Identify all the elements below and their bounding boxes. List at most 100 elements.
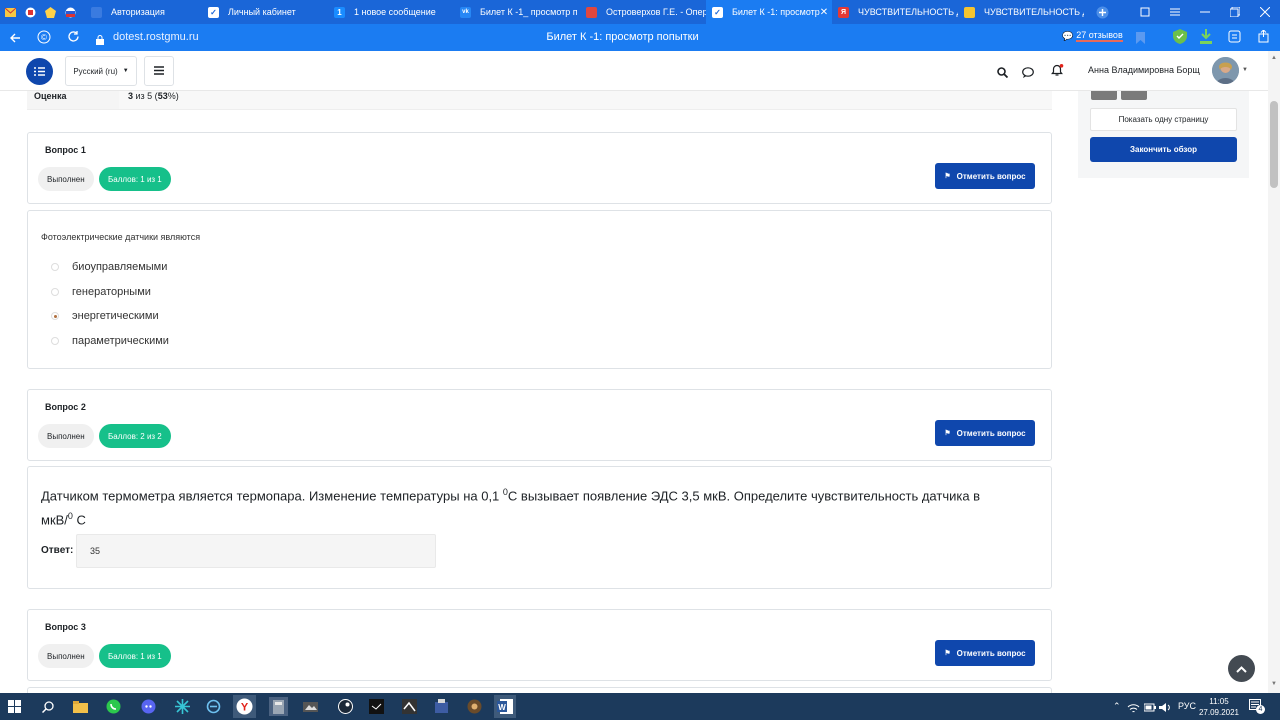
page-scrollbar[interactable]: ▲ ▼: [1268, 51, 1280, 693]
question-content-2: Датчиком термометра является термопара. …: [27, 466, 1052, 589]
network-icon[interactable]: [1127, 700, 1140, 718]
clock[interactable]: 11:05 27.09.2021: [1198, 696, 1240, 718]
option-label-1[interactable]: биоуправляемыми: [72, 261, 167, 273]
notifications-icon[interactable]: [1051, 64, 1064, 82]
flag-ru-icon[interactable]: [60, 0, 80, 24]
back-to-top-button[interactable]: [1228, 655, 1255, 682]
input-language-indicator[interactable]: РУС: [1178, 701, 1196, 711]
flag-icon: ⚑: [944, 430, 951, 437]
tab-sensitivity-1[interactable]: Я ЧУВСТВИТЕЛЬНОСТЬ Д: [832, 0, 958, 24]
app-icon[interactable]: [400, 697, 419, 716]
main-content: Оценка 3 из 5 (53%) Вопрос 1 Выполнен Ба…: [0, 91, 1268, 693]
scrollbar-thumb[interactable]: [1270, 101, 1278, 188]
user-menu-chevron-icon[interactable]: ▼: [1242, 67, 1248, 73]
scroll-down-icon[interactable]: ▼: [1271, 681, 1277, 687]
emblem-icon[interactable]: [40, 0, 60, 24]
menu-icon[interactable]: [1160, 8, 1190, 16]
adguard-icon[interactable]: [1173, 29, 1187, 49]
close-tab-icon[interactable]: ✕: [820, 7, 828, 18]
flag-icon: ⚑: [944, 650, 951, 657]
whatsapp-icon[interactable]: [104, 697, 123, 716]
user-name[interactable]: Анна Владимировна Борщ: [1088, 65, 1200, 75]
question-info-1: Вопрос 1 Выполнен Баллов: 1 из 1 ⚑ Отмет…: [27, 132, 1052, 204]
drawer-toggle-button[interactable]: [26, 58, 53, 85]
browser-tab-bar: Авторизация ✓ Личный кабинет 1 1 новое с…: [0, 0, 1280, 24]
search-icon[interactable]: [38, 697, 57, 716]
share-icon[interactable]: [1257, 29, 1270, 48]
option-radio-2[interactable]: [51, 288, 59, 296]
minimize-icon[interactable]: [1190, 8, 1220, 16]
battery-icon[interactable]: [1143, 700, 1156, 718]
flag-question-button[interactable]: ⚑ Отметить вопрос: [935, 420, 1035, 446]
chevron-down-icon: ▼: [122, 68, 129, 74]
tab-messages[interactable]: 1 1 новое сообщение: [328, 0, 454, 24]
bookmark-icon[interactable]: [1136, 31, 1145, 49]
word-icon[interactable]: W: [494, 695, 516, 718]
hamburger-icon: [154, 62, 164, 80]
notification-count-badge: 4: [1256, 705, 1265, 714]
option-radio-3-selected[interactable]: [51, 312, 59, 320]
avatar[interactable]: [1212, 57, 1239, 84]
tab-ticket-vk[interactable]: vk Билет К -1_ просмотр п: [454, 0, 580, 24]
bookmarks-icon[interactable]: [1130, 7, 1160, 17]
collections-icon[interactable]: [1228, 30, 1241, 48]
grade-value: 3 из 5 (53%): [128, 91, 179, 101]
search-icon[interactable]: [997, 65, 1009, 83]
snowflake-app-icon[interactable]: [173, 697, 192, 716]
tray-chevron-icon[interactable]: ⌃: [1113, 701, 1121, 712]
option-label-4[interactable]: параметрическими: [72, 335, 169, 347]
tab-cabinet[interactable]: ✓ Личный кабинет: [202, 0, 328, 24]
messages-icon[interactable]: [1022, 65, 1034, 83]
mail-icon[interactable]: [0, 0, 20, 24]
tab-ticket-active[interactable]: ✓ Билет К -1: просмотр ✕: [706, 0, 832, 24]
show-one-page-link[interactable]: Показать одну страницу: [1090, 108, 1237, 131]
app-icon[interactable]: [432, 697, 451, 716]
nav-question-button[interactable]: [1121, 91, 1147, 100]
file-explorer-icon[interactable]: [71, 697, 90, 716]
app-icon[interactable]: [301, 697, 320, 716]
scroll-up-icon[interactable]: ▲: [1271, 55, 1277, 61]
gosuslugi-icon[interactable]: [20, 0, 40, 24]
question-text: Фотоэлектрические датчики являются: [41, 232, 201, 242]
discord-icon[interactable]: [139, 697, 158, 716]
primary-menu-button[interactable]: [144, 56, 174, 86]
address-bar: © dotest.rostgmu.ru Билет К -1: просмотр…: [0, 24, 1280, 51]
flag-question-button[interactable]: ⚑ Отметить вопрос: [935, 163, 1035, 189]
checkmark-icon: ✓: [712, 6, 723, 18]
restore-icon[interactable]: [1220, 7, 1250, 17]
arrow-up-icon: [1236, 660, 1247, 678]
gallery-icon: [964, 6, 975, 18]
app-icon[interactable]: [465, 697, 484, 716]
volume-icon[interactable]: [1159, 700, 1172, 718]
svg-text:Y: Y: [241, 702, 249, 714]
tab-ostroverkhov[interactable]: Островерхов Г.Е. - Опер: [580, 0, 706, 24]
app-icon[interactable]: [204, 697, 223, 716]
epic-games-icon[interactable]: [367, 697, 386, 716]
yandex-browser-icon[interactable]: Y: [233, 695, 256, 718]
shield-icon: [586, 6, 597, 18]
option-label-3[interactable]: энергетическими: [72, 310, 159, 322]
calculator-icon[interactable]: [269, 697, 288, 716]
nav-question-button[interactable]: [1091, 91, 1117, 100]
summary-value-cell: 3 из 5 (53%): [119, 91, 1052, 110]
quiz-navigation-panel: Показать одну страницу Закончить обзор: [1078, 91, 1249, 178]
tab-sensitivity-2[interactable]: ЧУВСТВИТЕЛЬНОСТЬ Д: [958, 0, 1084, 24]
reviews-button[interactable]: 💬 27 отзывов: [1062, 30, 1123, 42]
new-tab-icon[interactable]: [1092, 0, 1112, 24]
flag-question-button[interactable]: ⚑ Отметить вопрос: [935, 640, 1035, 666]
option-radio-1[interactable]: [51, 263, 59, 271]
status-badge: Выполнен: [38, 424, 94, 448]
download-icon[interactable]: [1199, 29, 1213, 49]
option-radio-4[interactable]: [51, 337, 59, 345]
score-badge: Баллов: 1 из 1: [99, 167, 171, 191]
language-select[interactable]: Русский (ru) ▼: [65, 56, 137, 86]
answer-field[interactable]: 35: [76, 534, 436, 568]
comment-icon: 💬: [1062, 30, 1074, 41]
clock-time: 11:05: [1209, 697, 1229, 706]
option-label-2[interactable]: генераторными: [72, 286, 151, 298]
tab-auth[interactable]: Авторизация: [85, 0, 183, 24]
steam-icon[interactable]: [336, 697, 355, 716]
windows-start-icon[interactable]: [5, 697, 24, 716]
finish-review-button[interactable]: Закончить обзор: [1090, 137, 1237, 162]
close-window-icon[interactable]: [1250, 7, 1280, 17]
